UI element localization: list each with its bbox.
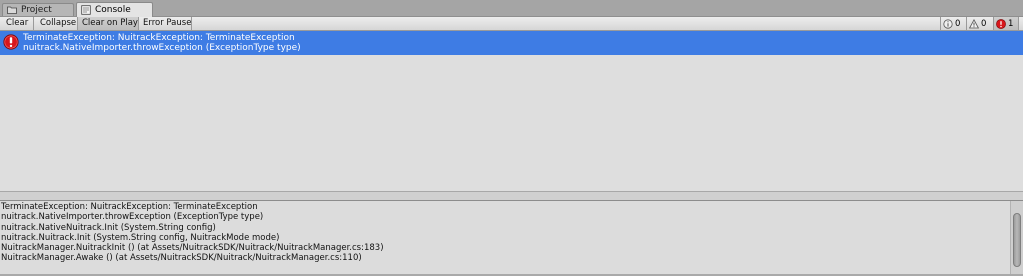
console-window: Project Console Clear Collapse Clear on … [0,0,1023,276]
tab-label: Console [95,5,131,15]
log-entry-stack-line: nuitrack.NativeImporter.throwException (… [23,43,301,53]
log-list: TerminateException: NuitrackException: T… [0,31,1023,191]
info-count: 0 [955,18,961,29]
error-filter-toggle[interactable]: 1 [993,17,1019,30]
details-scrollbar[interactable] [1010,201,1023,276]
info-filter-toggle[interactable]: 0 [940,17,965,30]
stack-trace-line: TerminateException: NuitrackException: T… [1,202,258,212]
error-count: 1 [1008,18,1014,29]
scrollbar-thumb[interactable] [1013,213,1021,267]
log-details-pane[interactable]: TerminateException: NuitrackException: T… [0,201,1023,276]
clear-on-play-toggle[interactable]: Clear on Play [78,17,139,30]
collapse-button[interactable]: Collapse [36,17,78,30]
tab-project[interactable]: Project [2,3,74,16]
info-icon [943,18,953,29]
stack-trace: TerminateException: NuitrackException: T… [1,202,1001,264]
error-icon [3,34,19,50]
console-icon [81,5,91,15]
log-entry-message: TerminateException: NuitrackException: T… [23,33,295,43]
warning-icon [969,18,979,28]
stack-trace-line: nuitrack.Nuitrack.Init (System.String co… [1,232,280,243]
clear-button[interactable]: Clear [2,17,34,30]
error-pause-toggle[interactable]: Error Pause [139,17,192,30]
stack-trace-line: nuitrack.NativeImporter.throwException (… [1,212,264,223]
tab-console[interactable]: Console [76,2,153,17]
log-entry-error[interactable]: TerminateException: NuitrackException: T… [0,31,1023,55]
stack-trace-line: NuitrackManager.Awake () (at Assets/Nuit… [1,253,362,264]
error-icon [996,18,1006,29]
console-toolbar: Clear Collapse Clear on Play Error Pause… [0,17,1023,31]
stack-trace-line: nuitrack.NativeNuitrack.Init (System.Str… [1,222,216,233]
stack-trace-line: NuitrackManager.NuitrackInit () (at Asse… [1,243,384,254]
tab-label: Project [21,5,52,15]
tab-bar: Project Console [0,0,1023,17]
folder-icon [7,5,17,15]
warning-filter-toggle[interactable]: 0 [966,17,992,30]
pane-splitter[interactable] [0,191,1023,201]
warning-count: 0 [981,18,987,29]
